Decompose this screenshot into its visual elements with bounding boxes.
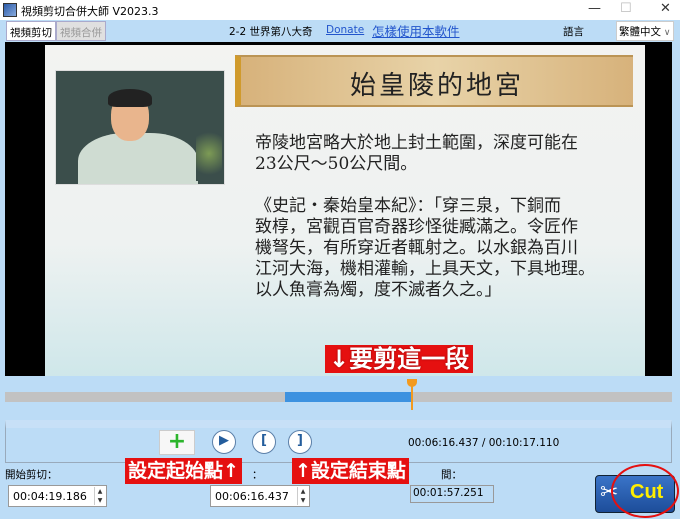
title-bar: 視頻剪切合併大師 V2023.3 — ☐ ✕ — [0, 0, 680, 20]
help-link[interactable]: 怎樣使用本軟件 — [372, 21, 460, 40]
maximize-button[interactable]: ☐ — [620, 1, 632, 16]
annotation-set-end: ↑設定結束點 — [292, 458, 409, 484]
annotation-circle — [611, 464, 679, 518]
bracket-left-icon: [ — [261, 433, 267, 448]
end-label: ： — [252, 469, 263, 481]
language-label: 語言 — [563, 26, 584, 38]
set-start-button[interactable]: [ — [252, 430, 276, 454]
donate-link[interactable]: Donate — [326, 24, 364, 36]
start-label: 開始剪切： — [5, 469, 58, 481]
app-icon — [3, 3, 17, 17]
video-frame: 始皇陵的地宮 帝陵地宮略大於地上封土範圍，深度可能在 23公尺～50公尺間。 《… — [45, 45, 645, 376]
presenter-body — [78, 133, 198, 184]
selected-segment[interactable] — [285, 392, 412, 402]
presenter-hair — [108, 89, 152, 107]
language-value: 繁體中文 — [619, 26, 661, 38]
annotation-segment: ↓要剪這一段 — [325, 345, 474, 373]
timeline-bar[interactable] — [5, 379, 672, 410]
duration-field: 00:01:57.251 — [410, 485, 494, 503]
start-time-input[interactable]: 00:04:19.186 ▲ ▼ — [8, 485, 107, 507]
window-title: 視頻剪切合併大師 V2023.3 — [21, 5, 159, 18]
plant — [196, 126, 222, 181]
spinner-arrows[interactable]: ▲ ▼ — [94, 487, 105, 505]
spinner-arrows[interactable]: ▲ ▼ — [297, 487, 308, 505]
playhead-handle[interactable] — [406, 379, 417, 387]
slide-title: 始皇陵的地宮 — [349, 71, 524, 101]
end-time-input[interactable]: 00:06:16.437 ▲ ▼ — [210, 485, 310, 507]
play-button[interactable]: ▶ — [212, 430, 236, 454]
minimize-button[interactable]: — — [588, 1, 601, 16]
control-panel — [5, 420, 672, 463]
duration-label: 間： — [441, 469, 462, 481]
add-button[interactable]: + — [159, 430, 195, 455]
presenter-video — [55, 70, 225, 185]
close-button[interactable]: ✕ — [660, 1, 671, 16]
set-end-button[interactable]: ] — [288, 430, 312, 454]
tab-video-merge[interactable]: 視頻合併 — [56, 21, 106, 41]
file-name: 2-2 世界第八大奇 — [229, 26, 313, 38]
time-readout: 00:06:16.437 / 00:10:17.110 — [408, 437, 560, 449]
slide-banner: 始皇陵的地宮 — [235, 55, 633, 107]
start-time-value: 00:04:19.186 — [13, 490, 87, 503]
slide-body: 帝陵地宮略大於地上封土範圍，深度可能在 23公尺～50公尺間。 《史記・秦始皇本… — [255, 133, 595, 300]
bracket-right-icon: ] — [297, 433, 303, 448]
language-select[interactable]: 繁體中文 ∨ — [616, 21, 674, 41]
end-time-value: 00:06:16.437 — [215, 490, 289, 503]
chevron-down-icon: ∨ — [661, 28, 671, 38]
annotation-set-start: 設定起始點↑ — [125, 458, 242, 484]
tab-video-cut[interactable]: 視頻剪切 — [6, 21, 56, 41]
play-icon: ▶ — [219, 433, 229, 448]
